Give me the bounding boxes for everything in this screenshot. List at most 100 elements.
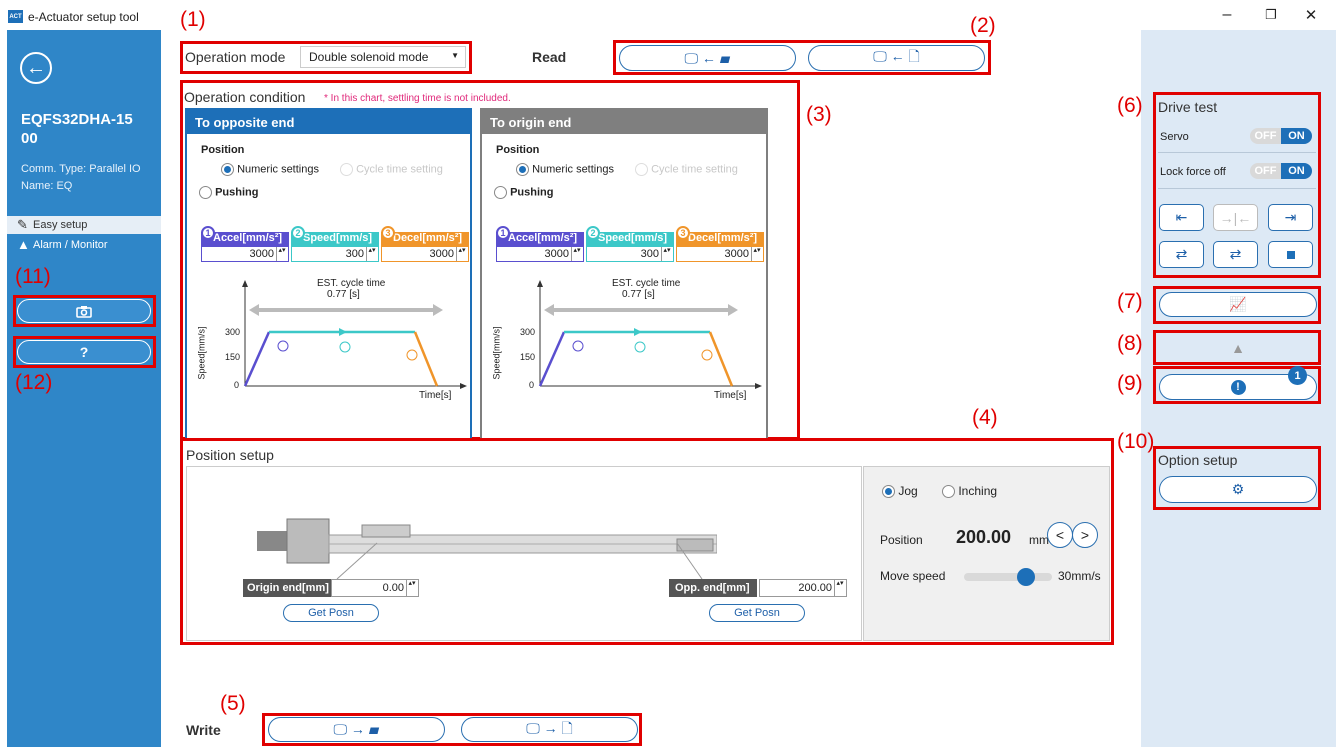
- toggle-off: OFF: [1250, 163, 1281, 179]
- callout-frame-12: [13, 336, 156, 368]
- nav-alarm-monitor[interactable]: ▲ Alarm / Monitor: [7, 236, 161, 254]
- actuator-area: Origin end[mm] 0.00 Get Posn Opp. end[mm…: [186, 466, 862, 641]
- slider-knob[interactable]: [1016, 568, 1035, 586]
- jog-back-button[interactable]: <: [1047, 522, 1073, 548]
- cycle-time-radio: Cycle time setting: [340, 163, 443, 176]
- move-speed-label: Move speed: [880, 569, 946, 583]
- read-label: Read: [532, 49, 567, 65]
- alarm-count-badge: 1: [1288, 366, 1307, 385]
- continuous-cycle-button[interactable]: ⇄: [1213, 241, 1258, 268]
- get-posn-origin-button[interactable]: Get Posn: [283, 604, 379, 622]
- window-title: e-Actuator setup tool: [28, 10, 139, 24]
- pushing-radio[interactable]: Pushing: [494, 186, 553, 199]
- read-from-device-button[interactable]: 🖵 ← ▰: [619, 45, 796, 71]
- ytick-150: 150: [225, 352, 241, 362]
- est-cycle-value: 0.77 [s]: [622, 289, 655, 300]
- inching-label: Inching: [958, 484, 998, 498]
- stop-button[interactable]: [1268, 241, 1313, 268]
- param-badge-1: 1: [201, 226, 215, 240]
- speed-input[interactable]: 300: [586, 246, 674, 262]
- lock-force-toggle[interactable]: OFF ON: [1250, 163, 1312, 179]
- write-label: Write: [186, 722, 221, 738]
- repeat-icon: ⇄: [1229, 246, 1242, 262]
- position-label: Position: [880, 533, 923, 547]
- position-setup-title: Position setup: [186, 447, 274, 463]
- drive-test-title: Drive test: [1158, 99, 1218, 115]
- move-speed-slider[interactable]: [964, 568, 1052, 586]
- callout-7: (7): [1117, 290, 1143, 313]
- y-axis-label: Speed[mm/s]: [196, 326, 207, 380]
- speed-label: Speed[mm/s]: [598, 232, 668, 244]
- toggle-off: OFF: [1250, 128, 1281, 144]
- move-to-end-button[interactable]: ⇥: [1268, 204, 1313, 231]
- get-posn-opp-button[interactable]: Get Posn: [709, 604, 805, 622]
- decel-input[interactable]: 3000: [381, 246, 469, 262]
- move-to-center-button: →|←: [1213, 204, 1258, 231]
- panel-origin-end: To origin end Position Numeric settings …: [480, 108, 768, 440]
- numeric-settings-label: Numeric settings: [532, 163, 614, 176]
- pushing-radio[interactable]: Pushing: [199, 186, 258, 199]
- callout-6: (6): [1117, 94, 1143, 117]
- model-name-line2: 00: [21, 130, 38, 147]
- servo-toggle[interactable]: OFF ON: [1250, 128, 1312, 144]
- model-name-line1: EQFS32DHA-15: [21, 111, 133, 128]
- move-to-origin-button[interactable]: ⇤: [1159, 204, 1204, 231]
- accel-label: Accel[mm/s²]: [213, 232, 283, 244]
- radio-unselected: [942, 485, 955, 499]
- repeat-once-icon: ⇄: [1175, 246, 1188, 262]
- inching-radio[interactable]: Inching: [942, 484, 998, 499]
- opp-end-input[interactable]: 200.00: [759, 579, 847, 597]
- panel-origin-header: To origin end: [480, 108, 768, 134]
- est-cycle-value: 0.77 [s]: [327, 289, 360, 300]
- radio-selected: [516, 163, 529, 176]
- settling-note: * In this chart, settling time is not in…: [324, 93, 511, 104]
- write-to-device-button[interactable]: 🖵 → ▰: [268, 717, 445, 742]
- speed-label: Speed[mm/s]: [303, 232, 373, 244]
- ytick-300: 300: [225, 327, 241, 337]
- nav-easy-setup[interactable]: ✎ Easy setup: [7, 216, 161, 234]
- speed-input[interactable]: 300: [291, 246, 379, 262]
- operation-mode-select[interactable]: Double solenoid mode ▼: [300, 46, 466, 68]
- jog-panel: Jog Inching Position 200.00 mm < > Move …: [863, 466, 1110, 641]
- restore-button[interactable]: ❐: [1256, 7, 1286, 27]
- single-cycle-button[interactable]: ⇄: [1159, 241, 1204, 268]
- speed-profile-graph: EST. cycle time 0.77 [s] 300 150 0 Speed…: [193, 276, 471, 404]
- jog-label: Jog: [898, 484, 918, 498]
- comm-type: Comm. Type: Parallel IO: [21, 163, 141, 175]
- chevron-down-icon: ▼: [451, 51, 459, 60]
- origin-end-input[interactable]: 0.00: [331, 579, 419, 597]
- close-button[interactable]: ✕: [1296, 6, 1326, 26]
- cycle-time-radio: Cycle time setting: [635, 163, 738, 176]
- read-from-file-button[interactable]: 🖵 ← 🗋: [808, 45, 985, 71]
- numeric-settings-radio[interactable]: Numeric settings: [221, 163, 319, 176]
- panel-opposite-end: To opposite end Position Numeric setting…: [185, 108, 472, 440]
- pushing-label: Pushing: [215, 186, 259, 199]
- panel-opposite-header: To opposite end: [185, 108, 472, 134]
- param-badge-2: 2: [586, 226, 600, 240]
- operation-condition-title: Operation condition: [184, 89, 306, 105]
- write-to-file-button[interactable]: 🖵 → 🗋: [461, 717, 638, 742]
- nav-easy-setup-label: Easy setup: [33, 219, 88, 231]
- minimize-button[interactable]: –: [1212, 6, 1242, 26]
- decel-input[interactable]: 3000: [676, 246, 764, 262]
- callout-8: (8): [1117, 332, 1143, 355]
- back-icon[interactable]: ←: [20, 52, 52, 84]
- accel-input[interactable]: 3000: [496, 246, 584, 262]
- jog-radio[interactable]: Jog: [882, 484, 918, 499]
- position-value: 200.00: [956, 527, 1012, 547]
- warning-button[interactable]: ▲: [1159, 335, 1317, 360]
- move-speed-value: 30mm/s: [1058, 569, 1101, 583]
- graph-button[interactable]: 📈: [1159, 292, 1317, 317]
- jog-forward-button[interactable]: >: [1072, 522, 1098, 548]
- read-file-icon: 🖵 ← 🗋: [873, 48, 920, 64]
- callout-4: (4): [972, 406, 998, 429]
- callout-5: (5): [220, 692, 246, 715]
- ytick-300: 300: [520, 327, 536, 337]
- accel-input[interactable]: 3000: [201, 246, 289, 262]
- model-name: EQFS32DHA-15 00: [21, 110, 133, 148]
- option-setup-button[interactable]: ⚙: [1159, 476, 1317, 503]
- divider: [1158, 152, 1316, 153]
- read-device-icon: 🖵 ← ▰: [684, 49, 731, 66]
- app-logo: ACT: [8, 10, 23, 23]
- numeric-settings-radio[interactable]: Numeric settings: [516, 163, 614, 176]
